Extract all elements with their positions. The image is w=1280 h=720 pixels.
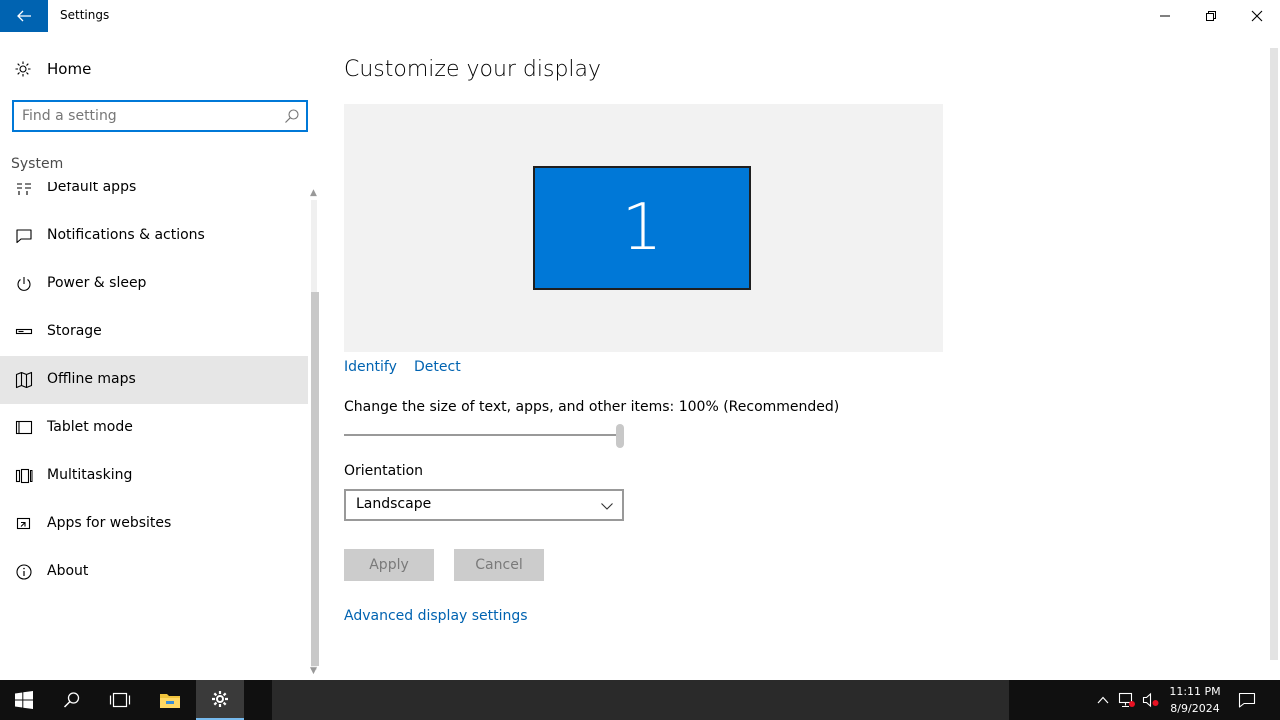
show-hidden-icons-button[interactable]: [1093, 690, 1113, 710]
sidebar-item-label: Tablet mode: [47, 419, 133, 435]
nav-home[interactable]: Home: [0, 48, 308, 88]
gear-icon: [15, 61, 31, 77]
sidebar-item-label: Notifications & actions: [47, 227, 205, 243]
notifications-icon: [16, 229, 32, 244]
info-icon: [16, 564, 32, 580]
sidebar-item-label: Storage: [47, 323, 102, 339]
taskbar-search-button[interactable]: [48, 680, 96, 720]
settings-taskbar-button[interactable]: [196, 680, 244, 720]
orientation-value: Landscape: [356, 496, 432, 512]
task-view-button[interactable]: [96, 680, 144, 720]
start-button[interactable]: [0, 680, 48, 720]
orientation-dropdown[interactable]: Landscape: [344, 489, 624, 521]
apply-button[interactable]: Apply: [344, 549, 434, 581]
scale-label: Change the size of text, apps, and other…: [344, 399, 840, 415]
scroll-down-arrow-icon[interactable]: ▼: [310, 666, 317, 676]
nav-scrollbar[interactable]: ▲ ▼: [308, 184, 320, 680]
minimize-icon: [1160, 15, 1170, 17]
taskbar: 11:11 PM 8/9/2024: [0, 680, 1280, 720]
sidebar-item-storage[interactable]: Storage: [0, 308, 308, 356]
power-icon: [17, 277, 31, 291]
search-input[interactable]: [22, 106, 278, 126]
gear-icon: [212, 691, 228, 707]
sidebar-item-label: About: [47, 563, 89, 579]
scroll-thumb[interactable]: [311, 292, 319, 666]
sidebar-item-power-sleep[interactable]: Power & sleep: [0, 260, 308, 308]
window-title: Settings: [60, 8, 110, 22]
sidebar-item-multitasking[interactable]: Multitasking: [0, 452, 308, 500]
network-icon: [1118, 692, 1135, 708]
action-center-icon: [1238, 692, 1256, 708]
title-bar: Settings: [0, 0, 1280, 32]
taskbar-empty-area[interactable]: [272, 680, 1009, 720]
windows-logo-icon: [15, 691, 33, 709]
display-arrangement: 1: [344, 104, 943, 352]
nav-home-label: Home: [47, 60, 92, 78]
map-icon: [15, 371, 33, 389]
apps-websites-icon: [16, 517, 31, 530]
sidebar-item-label: Multitasking: [47, 467, 133, 483]
scroll-up-arrow-icon[interactable]: ▲: [310, 188, 317, 198]
task-view-icon: [109, 692, 131, 708]
section-label: System: [11, 156, 64, 172]
sidebar-item-tablet-mode[interactable]: Tablet mode: [0, 404, 308, 452]
multitasking-icon: [15, 468, 33, 484]
clock-time: 11:11 PM: [1169, 685, 1221, 698]
restore-icon: [1206, 11, 1216, 21]
close-button[interactable]: [1234, 0, 1280, 32]
nav-list: Default apps Notifications & actions Pow…: [0, 182, 308, 680]
back-button[interactable]: [0, 0, 48, 32]
slider-thumb[interactable]: [616, 424, 624, 448]
scale-slider[interactable]: [344, 424, 626, 448]
minimize-button[interactable]: [1142, 0, 1188, 32]
identify-link[interactable]: Identify: [344, 359, 397, 375]
clock-date: 8/9/2024: [1170, 702, 1220, 715]
sidebar-item-label: Power & sleep: [47, 275, 147, 291]
sidebar-item-default-apps[interactable]: Default apps: [0, 182, 308, 212]
orientation-label: Orientation: [344, 463, 424, 479]
slider-track[interactable]: [344, 434, 620, 436]
default-apps-icon: [17, 183, 31, 195]
sidebar-item-label: Default apps: [47, 182, 137, 195]
action-center-button[interactable]: [1237, 690, 1257, 710]
monitor-number: 1: [621, 191, 663, 265]
search-icon[interactable]: [284, 108, 300, 124]
detect-link[interactable]: Detect: [414, 359, 461, 375]
main-scroll-thumb[interactable]: [1270, 48, 1278, 660]
sidebar-item-label: Offline maps: [47, 371, 136, 387]
folder-icon: [160, 694, 180, 708]
main-scrollbar[interactable]: [1268, 32, 1280, 680]
storage-icon: [15, 328, 33, 335]
settings-nav: Home System Default apps Notifications &…: [0, 32, 320, 680]
volume-muted-icon: [1142, 692, 1159, 708]
volume-button[interactable]: [1141, 690, 1161, 710]
advanced-display-settings-link[interactable]: Advanced display settings: [344, 608, 528, 624]
taskbar-clock[interactable]: 11:11 PM 8/9/2024: [1160, 683, 1230, 717]
sidebar-item-apps-for-websites[interactable]: Apps for websites: [0, 500, 308, 548]
sidebar-item-about[interactable]: About: [0, 548, 308, 596]
tablet-icon: [15, 420, 33, 435]
file-explorer-button[interactable]: [146, 680, 194, 720]
search-box[interactable]: [12, 100, 308, 132]
close-icon: [1251, 10, 1263, 22]
search-icon: [63, 692, 80, 708]
monitor-1[interactable]: 1: [533, 166, 751, 290]
sidebar-item-label: Apps for websites: [47, 515, 172, 531]
chevron-up-icon: [1097, 696, 1109, 704]
network-button[interactable]: [1117, 690, 1137, 710]
cancel-button[interactable]: Cancel: [454, 549, 544, 581]
sidebar-item-notifications[interactable]: Notifications & actions: [0, 212, 308, 260]
sidebar-item-offline-maps[interactable]: Offline maps: [0, 356, 308, 404]
back-arrow-icon: [17, 10, 31, 22]
chevron-down-icon: [601, 503, 613, 510]
restore-button[interactable]: [1188, 0, 1234, 32]
main-content: Customize your display 1 Identify Detect…: [320, 32, 1268, 680]
page-title: Customize your display: [344, 57, 602, 82]
